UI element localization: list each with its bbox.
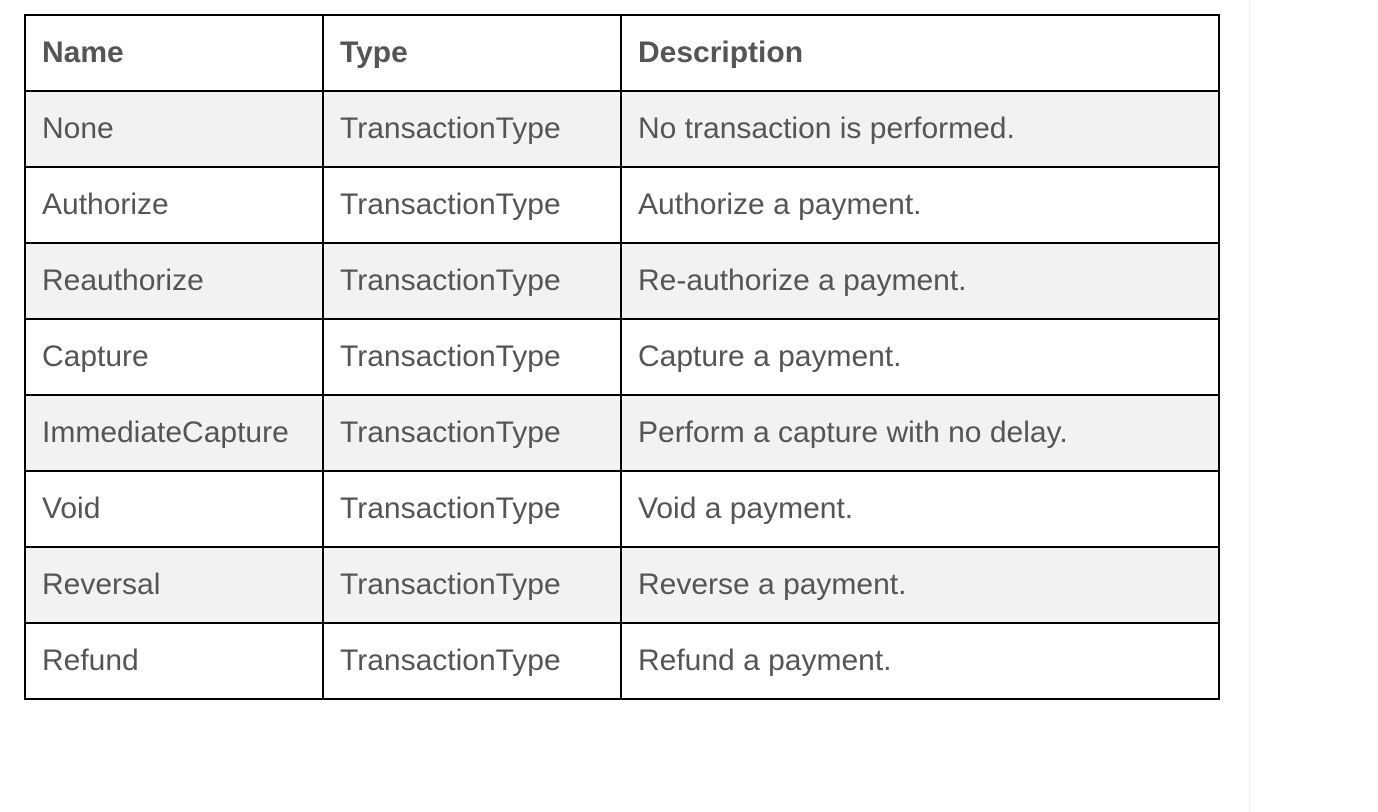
cell-type: TransactionType	[322, 470, 622, 548]
cell-name: Authorize	[24, 166, 324, 244]
cell-name: Reversal	[24, 546, 324, 624]
header-name: Name	[24, 14, 324, 92]
cell-name: Void	[24, 470, 324, 548]
cell-type: TransactionType	[322, 242, 622, 320]
table-row: Refund TransactionType Refund a payment.	[24, 622, 1220, 700]
cell-type: TransactionType	[322, 546, 622, 624]
cell-description: Void a payment.	[620, 470, 1220, 548]
cell-description: Re-authorize a payment.	[620, 242, 1220, 320]
cell-description: No transaction is performed.	[620, 90, 1220, 168]
cell-type: TransactionType	[322, 394, 622, 472]
cell-description: Reverse a payment.	[620, 546, 1220, 624]
cell-type: TransactionType	[322, 90, 622, 168]
table-row: None TransactionType No transaction is p…	[24, 90, 1220, 168]
cell-description: Perform a capture with no delay.	[620, 394, 1220, 472]
cell-name: Reauthorize	[24, 242, 324, 320]
table-row: Reversal TransactionType Reverse a payme…	[24, 546, 1220, 624]
table-row: Reauthorize TransactionType Re-authorize…	[24, 242, 1220, 320]
cell-description: Authorize a payment.	[620, 166, 1220, 244]
table-header-row: Name Type Description	[24, 14, 1220, 92]
cell-name: Refund	[24, 622, 324, 700]
page-divider	[1249, 0, 1250, 812]
cell-description: Refund a payment.	[620, 622, 1220, 700]
cell-type: TransactionType	[322, 166, 622, 244]
transaction-type-table: Name Type Description None TransactionTy…	[24, 14, 1220, 700]
cell-description: Capture a payment.	[620, 318, 1220, 396]
cell-name: None	[24, 90, 324, 168]
table-row: Capture TransactionType Capture a paymen…	[24, 318, 1220, 396]
table-row: Void TransactionType Void a payment.	[24, 470, 1220, 548]
cell-name: ImmediateCapture	[24, 394, 324, 472]
cell-name: Capture	[24, 318, 324, 396]
cell-type: TransactionType	[322, 318, 622, 396]
cell-type: TransactionType	[322, 622, 622, 700]
table-row: ImmediateCapture TransactionType Perform…	[24, 394, 1220, 472]
table-row: Authorize TransactionType Authorize a pa…	[24, 166, 1220, 244]
header-description: Description	[620, 14, 1220, 92]
header-type: Type	[322, 14, 622, 92]
